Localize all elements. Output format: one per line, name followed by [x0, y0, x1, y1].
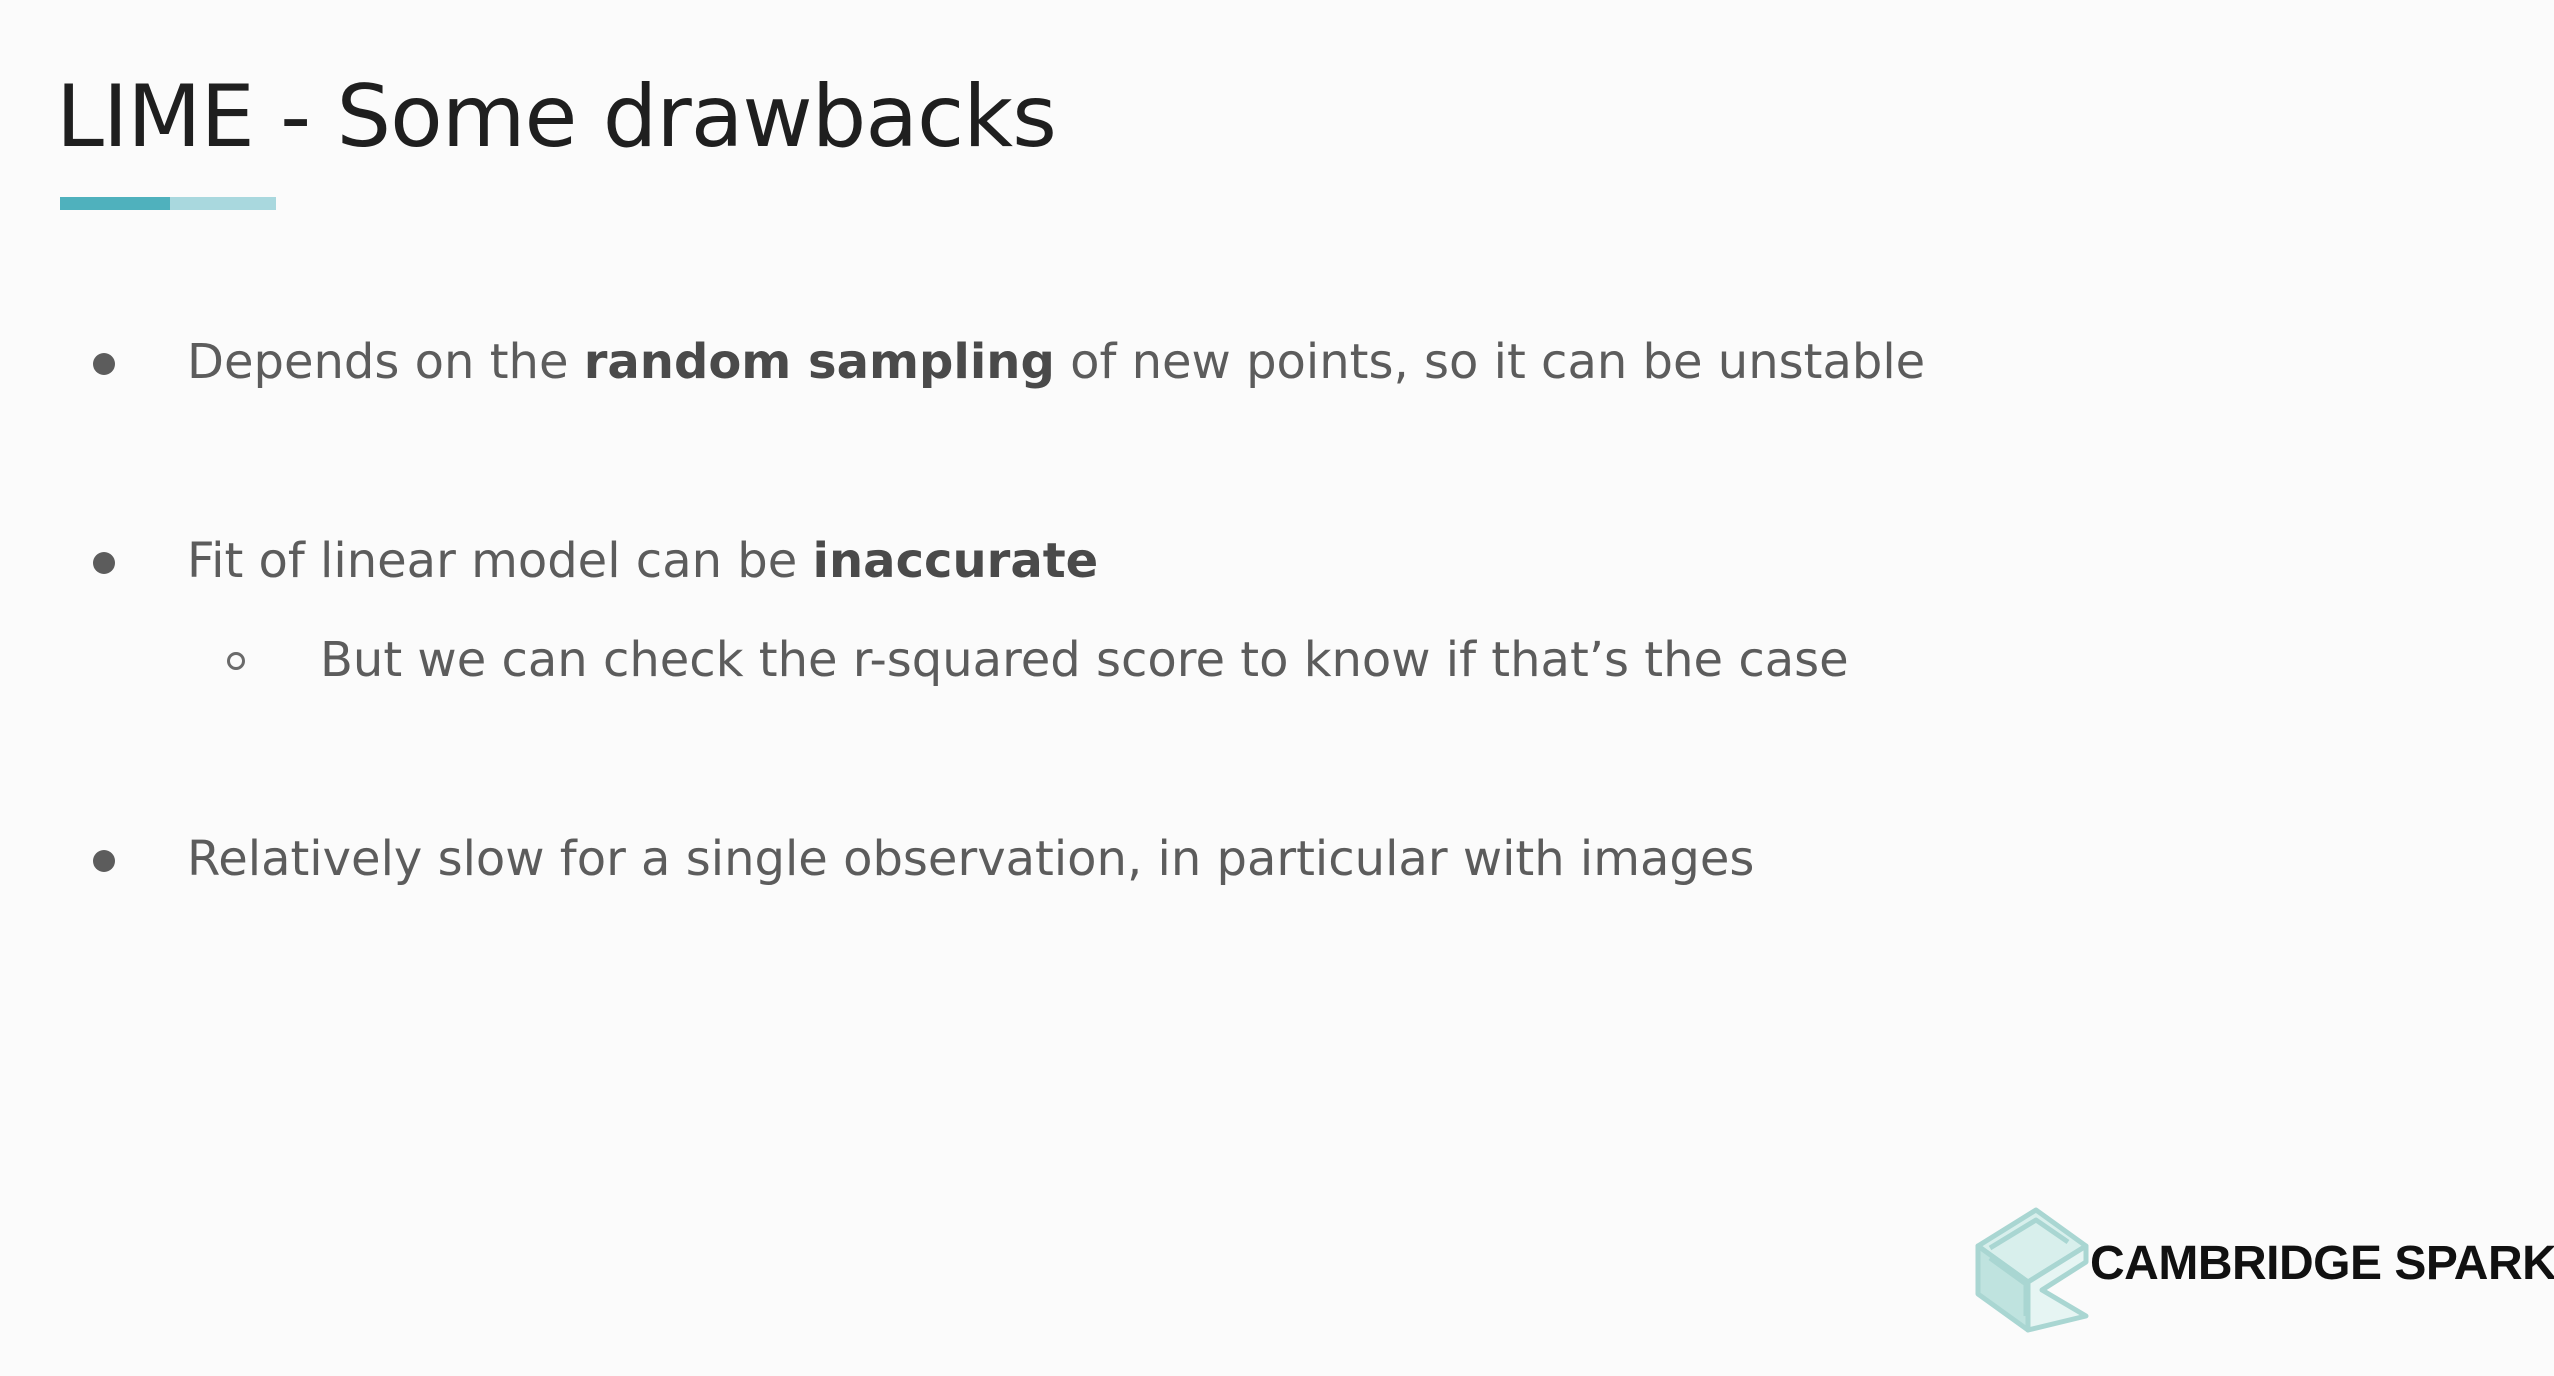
- bullet-item: Fit of linear model can be inaccurate: [187, 531, 1098, 591]
- bullet-text: Relatively slow for a single observation…: [187, 831, 1755, 887]
- bullet-text-bold: inaccurate: [812, 533, 1099, 589]
- bullet-list: Depends on the random sampling of new po…: [0, 0, 2554, 1376]
- bullet-text-bold: random sampling: [583, 334, 1055, 390]
- slide: LIME - Some drawbacks Depends on the ran…: [0, 0, 2554, 1376]
- sub-bullet-item: But we can check the r-squared score to …: [320, 630, 1849, 690]
- sub-bullet-text: But we can check the r-squared score to …: [320, 632, 1849, 688]
- cambridge-spark-logo-icon: [1975, 1207, 2089, 1333]
- bullet-item: Depends on the random sampling of new po…: [187, 332, 1925, 392]
- bullet-text: Fit of linear model can be: [187, 533, 813, 589]
- bullet-text: of new points, so it can be unstable: [1054, 334, 1926, 390]
- logo-text: CAMBRIDGE SPARK: [2090, 1237, 2554, 1290]
- cambridge-spark-logo: CAMBRIDGE SPARK: [1968, 1198, 2554, 1338]
- bullet-dot-icon: [93, 850, 115, 872]
- sub-bullet-circle-icon: [227, 652, 245, 670]
- bullet-item: Relatively slow for a single observation…: [187, 829, 1754, 889]
- bullet-text: Depends on the: [187, 334, 584, 390]
- bullet-dot-icon: [93, 353, 115, 375]
- bullet-dot-icon: [93, 552, 115, 574]
